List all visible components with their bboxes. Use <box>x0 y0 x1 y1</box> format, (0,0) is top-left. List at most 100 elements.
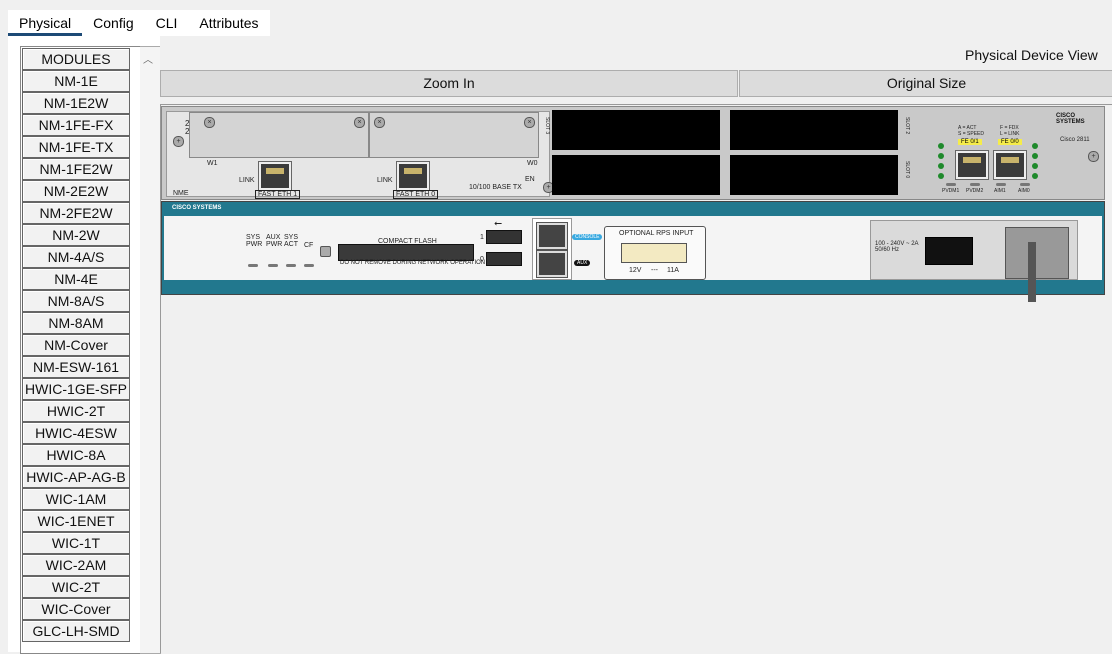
scroll-up-icon[interactable]: ︿ <box>143 51 153 66</box>
cf-label: CF <box>304 242 314 249</box>
tab-config[interactable]: Config <box>82 10 144 36</box>
nme-label: NME <box>173 190 189 197</box>
rps-current: 11A <box>667 267 679 274</box>
module-item[interactable]: NM-1FE-TX <box>22 136 130 158</box>
slot-2-label: SLOT 2 <box>904 117 910 135</box>
physical-tab-content: MODULES NM-1E NM-1E2W NM-1FE-FX NM-1FE-TX NM-… <box>8 36 1112 654</box>
empty-slot[interactable] <box>552 155 720 195</box>
module-list-scrollbar[interactable]: ︿ <box>140 46 161 654</box>
slot-0-label: SLOT 0 <box>904 161 910 179</box>
power-switch[interactable] <box>925 237 973 265</box>
usb0-label: 0 <box>480 256 484 263</box>
aim0-label: AIM0 <box>1018 188 1030 194</box>
fast-eth-1-label: FAST ETH 1 <box>255 190 301 199</box>
aim1-led <box>996 183 1006 186</box>
tabs: Physical Config CLI Attributes <box>8 10 270 36</box>
original-size-button[interactable]: Original Size <box>739 70 1112 97</box>
tab-attributes[interactable]: Attributes <box>188 10 269 36</box>
pvdm2-label: PVDM2 <box>966 188 984 194</box>
screw-icon: × <box>354 117 365 128</box>
fast-eth-0-label: FAST ETH 0 <box>393 190 439 199</box>
w1-label: W1 <box>207 160 218 167</box>
fast-ethernet-1-port[interactable] <box>258 161 292 191</box>
link-label: LINK <box>377 177 393 184</box>
module-item[interactable]: WIC-1AM <box>22 488 130 510</box>
rps-input[interactable]: OPTIONAL RPS INPUT 12V --- 11A <box>604 226 706 280</box>
module-item[interactable]: HWIC-1GE-SFP <box>22 378 130 400</box>
module-item[interactable]: HWIC-2T <box>22 400 130 422</box>
cisco-logo: CISCO SYSTEMS <box>172 205 222 211</box>
module-item[interactable]: HWIC-8A <box>22 444 130 466</box>
zoom-in-button[interactable]: Zoom In <box>160 70 738 97</box>
modules-header: MODULES <box>22 48 130 70</box>
led-legend-speed: S = SPEED <box>958 131 984 137</box>
module-item[interactable]: NM-ESW-161 <box>22 356 130 378</box>
module-item[interactable]: WIC-2AM <box>22 554 130 576</box>
fast-ethernet-0-port[interactable] <box>396 161 430 191</box>
wic-slot-0[interactable]: × × <box>369 112 539 158</box>
tab-physical[interactable]: Physical <box>8 10 83 36</box>
power-cord[interactable] <box>1028 242 1036 302</box>
module-item[interactable]: NM-2W <box>22 224 130 246</box>
led-legend-link: L = LINK <box>1000 131 1020 137</box>
led-indicator <box>938 153 944 159</box>
screw-icon: + <box>1088 151 1099 162</box>
cf-eject-icon[interactable] <box>320 246 331 257</box>
cf-led <box>304 264 314 267</box>
module-item[interactable]: NM-2FE2W <box>22 202 130 224</box>
aux-pwr-led <box>268 264 278 267</box>
slot-3-label: SLOT 3 <box>544 117 550 135</box>
module-item[interactable]: HWIC-AP-AG-B <box>22 466 130 488</box>
model-label: Cisco 2811 <box>1060 137 1090 143</box>
console-port[interactable] <box>536 222 568 250</box>
module-item[interactable]: NM-1E2W <box>22 92 130 114</box>
module-item[interactable]: NM-Cover <box>22 334 130 356</box>
module-item[interactable]: NM-8A/S <box>22 290 130 312</box>
fe00-tag: FE 0/0 <box>998 139 1022 145</box>
aux-port[interactable] <box>536 250 568 278</box>
led-indicator <box>938 143 944 149</box>
onboard-fe00-port[interactable] <box>993 150 1027 180</box>
compact-flash-slot[interactable] <box>338 244 474 261</box>
link-label: LINK <box>239 177 255 184</box>
module-item[interactable]: NM-1FE-FX <box>22 114 130 136</box>
module-item[interactable]: WIC-Cover <box>22 598 130 620</box>
module-item[interactable]: WIC-1T <box>22 532 130 554</box>
physical-device-view: Physical Device View Zoom In Original Si… <box>160 36 1112 653</box>
sys-act-led <box>286 264 296 267</box>
empty-slot[interactable] <box>730 110 898 150</box>
empty-slot[interactable] <box>552 110 720 150</box>
pane-title: Physical Device View <box>965 47 1098 63</box>
aux-pwr-label: AUX PWR <box>266 234 283 248</box>
network-module-2fe2w[interactable]: 2FE 2W + × × × × W1 W0 LINK LINK <box>166 111 554 199</box>
power-socket <box>1005 227 1069 279</box>
module-item[interactable]: NM-1E <box>22 70 130 92</box>
module-item[interactable]: NM-4A/S <box>22 246 130 268</box>
module-item[interactable]: GLC-LH-SMD <box>22 620 130 642</box>
tab-cli[interactable]: CLI <box>145 10 189 36</box>
module-item[interactable]: NM-4E <box>22 268 130 290</box>
empty-slot[interactable] <box>730 155 898 195</box>
led-indicator <box>1032 143 1038 149</box>
wic-slot-1[interactable]: × × <box>189 112 369 158</box>
aux-label: AUX <box>574 260 591 266</box>
router-front-panel: CISCO SYSTEMS SYS PWR AUX PWR SYS ACT CF… <box>161 201 1105 302</box>
en-label: EN <box>525 176 535 183</box>
module-item[interactable]: NM-2E2W <box>22 180 130 202</box>
power-rating-label: 100 - 240V ~ 2A 50/60 Hz <box>875 241 919 253</box>
module-item[interactable]: HWIC-4ESW <box>22 422 130 444</box>
module-item[interactable]: NM-8AM <box>22 312 130 334</box>
device-image-area: 2FE 2W + × × × × W1 W0 LINK LINK <box>160 104 1112 653</box>
console-label: CONSOLE <box>572 234 603 240</box>
usb-port-1[interactable] <box>486 230 522 244</box>
led-indicator <box>1032 163 1038 169</box>
module-item[interactable]: WIC-1ENET <box>22 510 130 532</box>
led-indicator <box>1032 173 1038 179</box>
usb1-label: 1 <box>480 234 484 241</box>
pvdm1-led <box>946 183 956 186</box>
module-item[interactable]: WIC-2T <box>22 576 130 598</box>
aim1-label: AIM1 <box>994 188 1006 194</box>
usb-port-0[interactable] <box>486 252 522 266</box>
onboard-fe01-port[interactable] <box>955 150 989 180</box>
module-item[interactable]: NM-1FE2W <box>22 158 130 180</box>
